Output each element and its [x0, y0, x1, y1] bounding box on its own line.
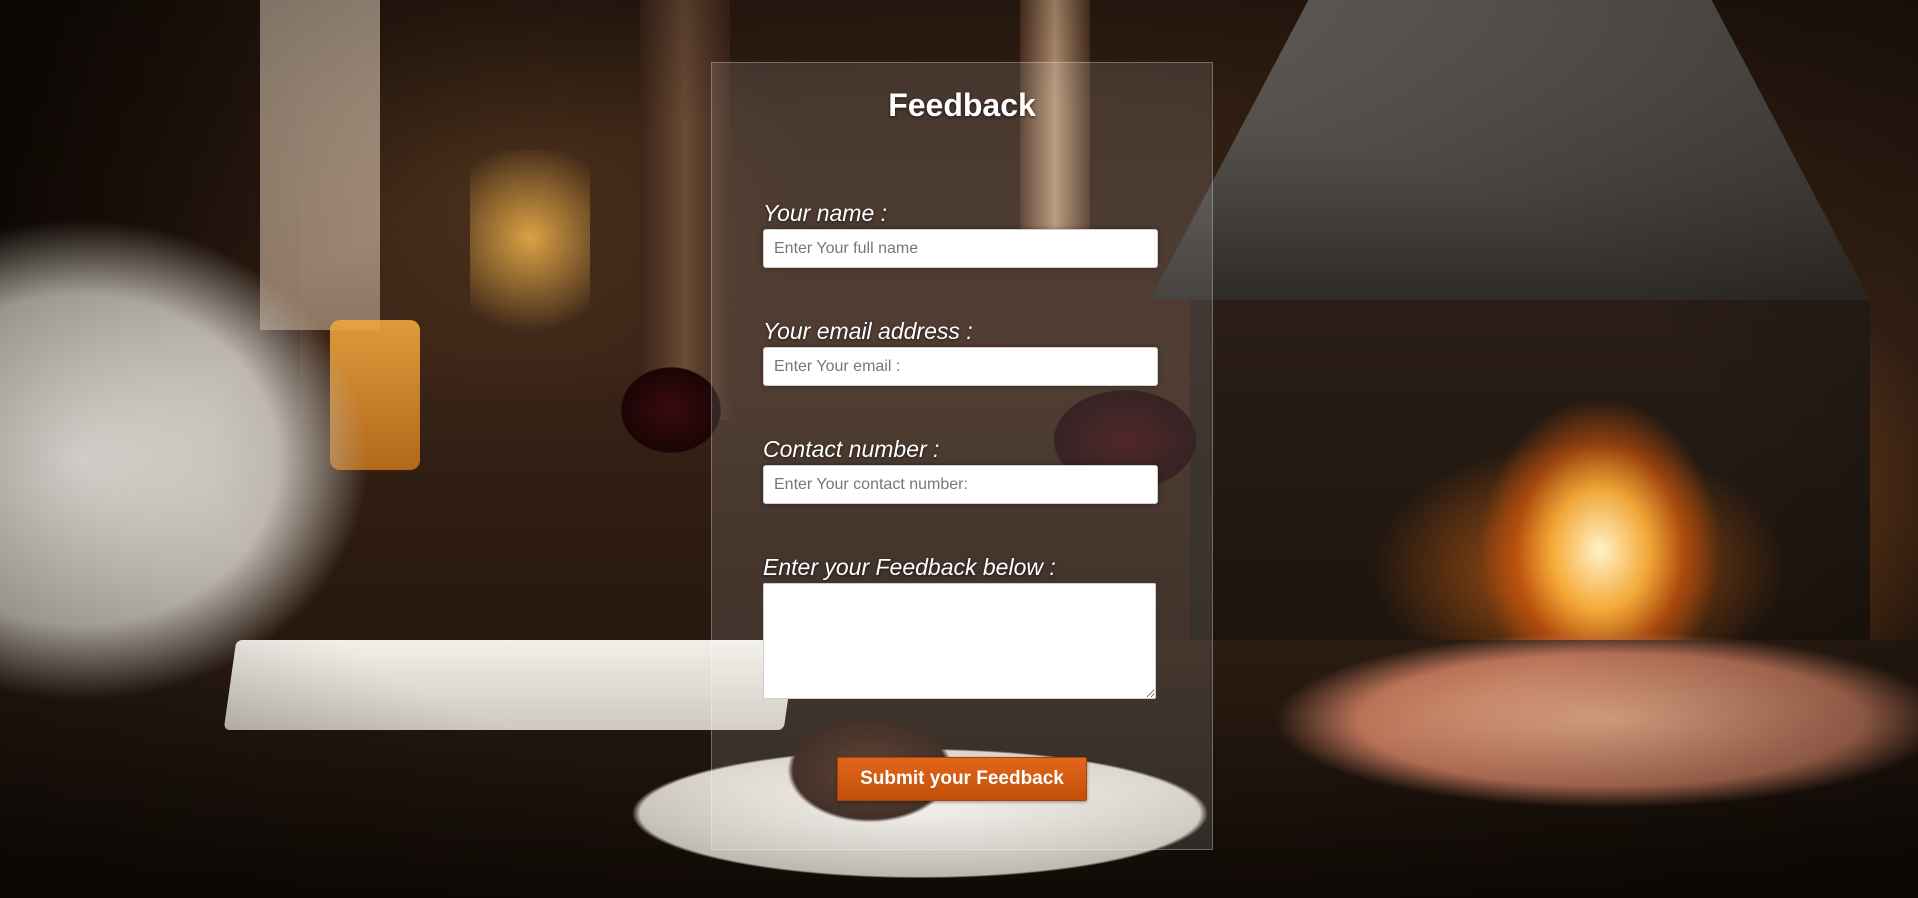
name-label: Your name :: [763, 200, 888, 226]
email-label: Your email address :: [763, 318, 973, 344]
feedback-textarea[interactable]: [763, 583, 1156, 699]
submit-feedback-button[interactable]: Submit your Feedback: [837, 757, 1087, 801]
name-input[interactable]: [763, 229, 1158, 268]
form-title: Feedback: [888, 87, 1036, 123]
feedback-form: Feedback Your name : Your email address …: [711, 62, 1213, 850]
feedback-label: Enter your Feedback below :: [763, 554, 1056, 580]
email-input[interactable]: [763, 347, 1158, 386]
contact-number-label: Contact number :: [763, 436, 940, 462]
contact-number-input[interactable]: [763, 465, 1158, 504]
